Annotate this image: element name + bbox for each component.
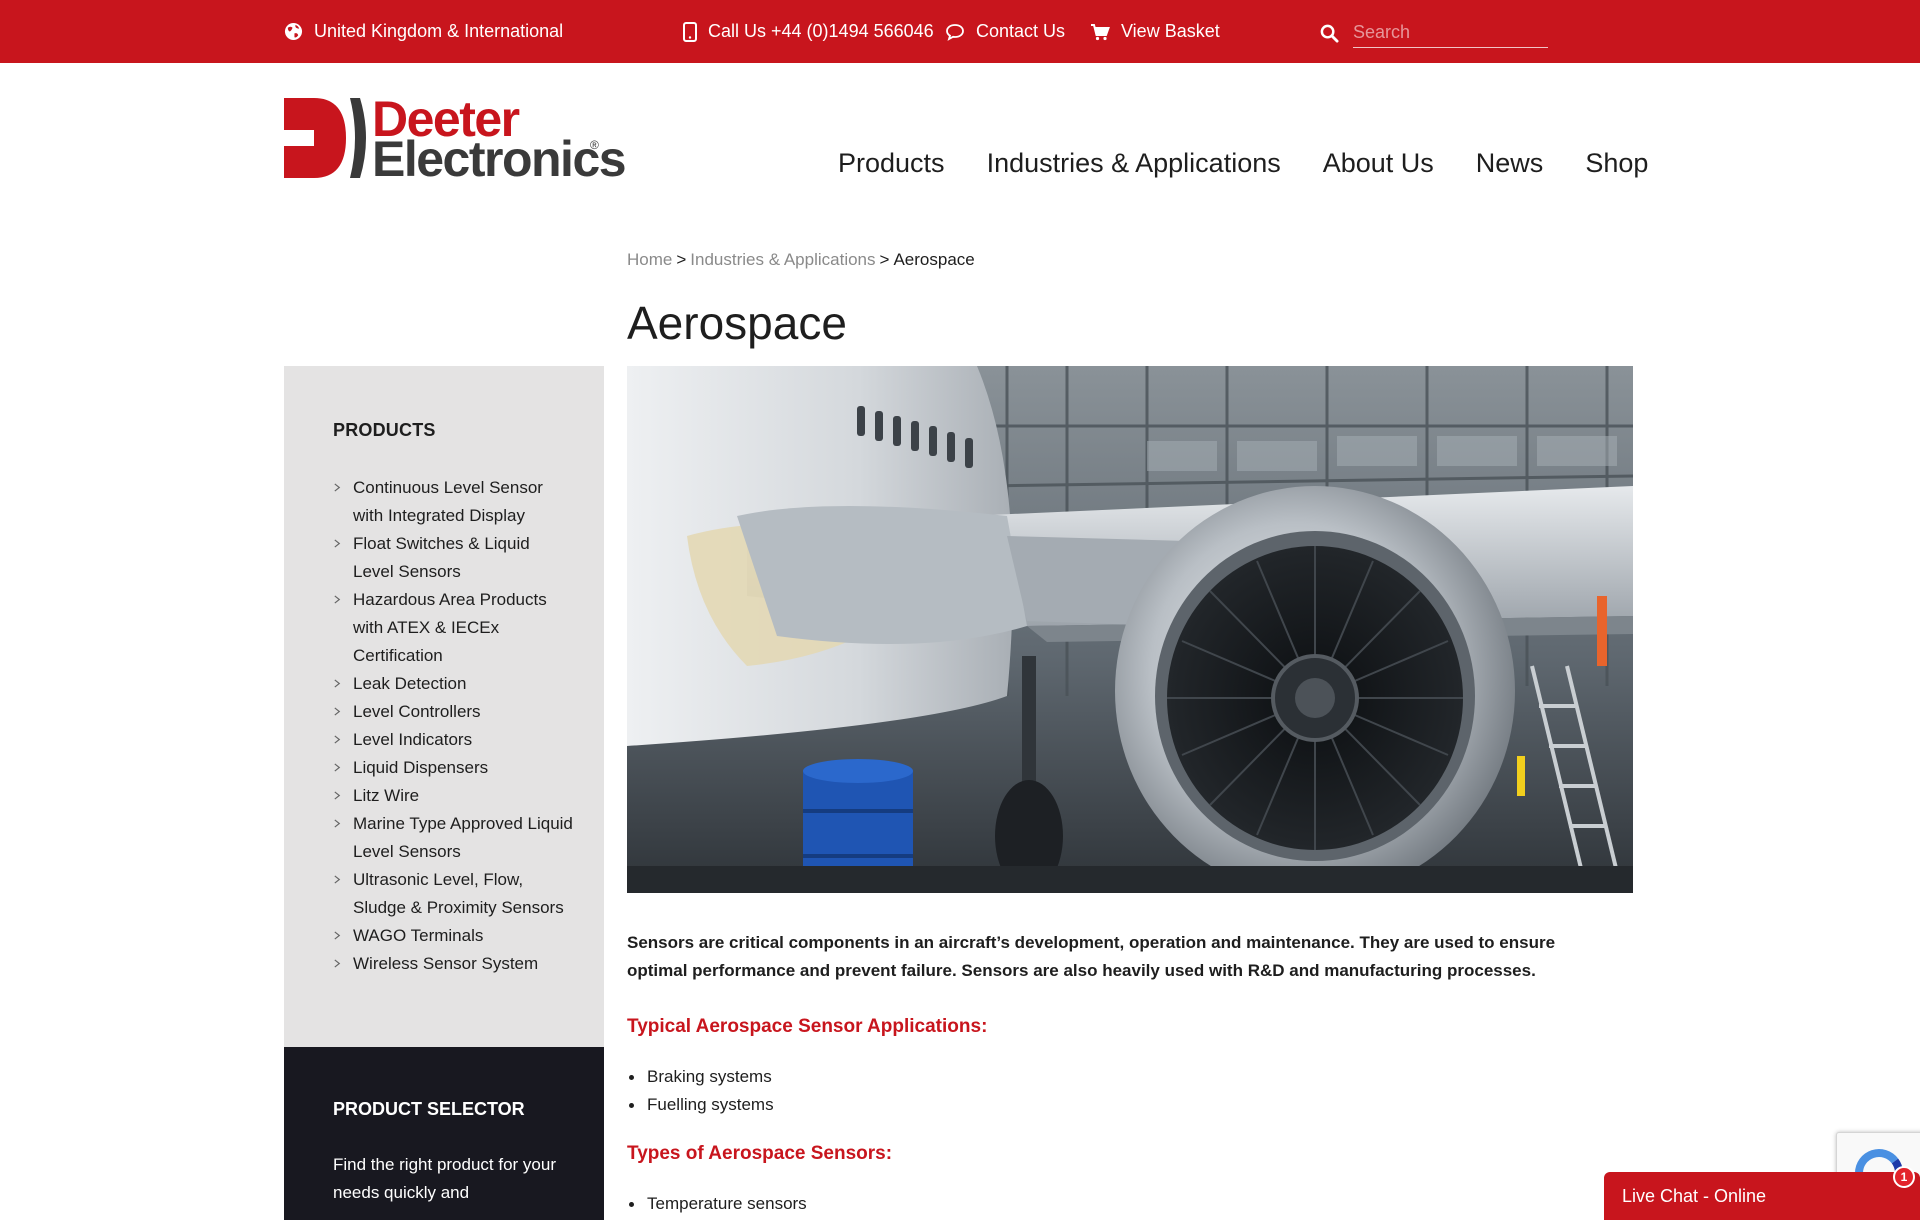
chat-notification-badge: 1	[1893, 1166, 1915, 1188]
breadcrumb-industries[interactable]: Industries & Applications	[690, 250, 875, 269]
chevron-right-icon	[334, 959, 341, 968]
sidebar-item-label[interactable]: Level Indicators	[353, 730, 472, 749]
list-item: Fuelling systems	[629, 1091, 774, 1119]
basket-label: View Basket	[1121, 21, 1220, 41]
breadcrumb-separator: >	[879, 250, 890, 269]
nav-industries-applications[interactable]: Industries & Applications	[987, 148, 1281, 179]
call-us-link[interactable]: Call Us +44 (0)1494 566046	[683, 0, 934, 63]
applications-list: Braking systems Fuelling systems	[629, 1063, 774, 1119]
nav-shop[interactable]: Shop	[1585, 148, 1648, 179]
view-basket-link[interactable]: View Basket	[1090, 0, 1220, 63]
sidebar-item-marine-type-approved[interactable]: Marine Type Approved Liquid Level Sensor…	[333, 810, 573, 866]
chevron-right-icon	[334, 763, 341, 772]
registered-mark: ®	[590, 138, 599, 152]
sidebar-item-label[interactable]: WAGO Terminals	[353, 926, 483, 945]
logo-text-electronics: Electronics	[372, 131, 627, 187]
chevron-right-icon	[334, 735, 341, 744]
mobile-phone-icon	[683, 21, 697, 42]
sidebar-item-label[interactable]: Float Switches & Liquid Level Sensors	[353, 534, 530, 581]
sidebar-heading: PRODUCTS	[333, 420, 436, 440]
breadcrumb-separator: >	[676, 250, 687, 269]
chevron-right-icon	[334, 931, 341, 940]
product-selector-heading: PRODUCT SELECTOR	[333, 1099, 525, 1119]
search-input[interactable]	[1353, 18, 1548, 48]
speech-bubble-icon	[946, 23, 964, 41]
top-bar: United Kingdom & International Call Us +…	[0, 0, 1920, 63]
sidebar-item-level-indicators[interactable]: Level Indicators	[333, 726, 573, 754]
sidebar-item-wireless-sensor-system[interactable]: Wireless Sensor System	[333, 950, 573, 978]
product-category-list: Continuous Level Sensor with Integrated …	[333, 474, 573, 978]
shopping-cart-icon	[1091, 23, 1110, 40]
sidebar-item-label[interactable]: Marine Type Approved Liquid Level Sensor…	[353, 814, 573, 861]
nav-news[interactable]: News	[1476, 148, 1544, 179]
sidebar-item-liquid-dispensers[interactable]: Liquid Dispensers	[333, 754, 573, 782]
jet-engine-illustration	[627, 366, 1633, 893]
sidebar-item-label[interactable]: Ultrasonic Level, Flow, Sludge & Proximi…	[353, 870, 564, 917]
chevron-right-icon	[334, 875, 341, 884]
chevron-right-icon	[334, 679, 341, 688]
sidebar-item-leak-detection[interactable]: Leak Detection	[333, 670, 573, 698]
breadcrumb-current: Aerospace	[893, 250, 975, 269]
list-item: Temperature sensors	[629, 1190, 807, 1218]
contact-us-link[interactable]: Contact Us	[945, 0, 1065, 63]
deeter-logo[interactable]: Deeter Electronics ®	[284, 94, 627, 184]
sidebar-item-continuous-level-sensor[interactable]: Continuous Level Sensor with Integrated …	[333, 474, 573, 530]
sidebar-item-float-switches[interactable]: Float Switches & Liquid Level Sensors	[333, 530, 573, 586]
chevron-right-icon	[334, 539, 341, 548]
contact-label: Contact Us	[976, 21, 1066, 41]
sensor-types-list: Temperature sensors	[629, 1190, 807, 1218]
intro-paragraph: Sensors are critical components in an ai…	[627, 933, 1556, 980]
sidebar-item-litz-wire[interactable]: Litz Wire	[333, 782, 573, 810]
chevron-right-icon	[334, 819, 341, 828]
chevron-right-icon	[334, 791, 341, 800]
sidebar-item-label[interactable]: Continuous Level Sensor with Integrated …	[353, 478, 543, 525]
product-selector-panel: PRODUCT SELECTOR Find the right product …	[284, 1047, 604, 1220]
main-navigation: Products Industries & Applications About…	[838, 148, 1648, 179]
sidebar-item-ultrasonic[interactable]: Ultrasonic Level, Flow, Sludge & Proximi…	[333, 866, 573, 922]
sidebar-item-label[interactable]: Liquid Dispensers	[353, 758, 488, 777]
nav-about-us[interactable]: About Us	[1323, 148, 1434, 179]
sidebar-item-wago-terminals[interactable]: WAGO Terminals	[333, 922, 573, 950]
sidebar-item-label[interactable]: Hazardous Area Products with ATEX & IECE…	[353, 590, 547, 665]
chevron-right-icon	[334, 483, 341, 492]
sidebar-item-label[interactable]: Litz Wire	[353, 786, 419, 805]
product-selector-text: Find the right product for your needs qu…	[333, 1155, 557, 1202]
sidebar-item-label[interactable]: Level Controllers	[353, 702, 481, 721]
region-label: United Kingdom & International	[314, 21, 564, 41]
search-icon[interactable]	[1320, 24, 1339, 43]
sidebar-item-level-controllers[interactable]: Level Controllers	[333, 698, 573, 726]
phone-label: Call Us +44 (0)1494 566046	[708, 21, 934, 41]
globe-icon	[284, 22, 303, 41]
breadcrumb-home[interactable]: Home	[627, 250, 672, 269]
list-item: Braking systems	[629, 1063, 774, 1091]
chevron-right-icon	[334, 707, 341, 716]
aerospace-hero-image	[627, 366, 1633, 893]
applications-heading: Typical Aerospace Sensor Applications:	[627, 1016, 988, 1037]
sidebar-item-hazardous-area[interactable]: Hazardous Area Products with ATEX & IECE…	[333, 586, 573, 670]
search-box	[1320, 18, 1548, 48]
nav-products[interactable]: Products	[838, 148, 945, 179]
region-selector[interactable]: United Kingdom & International	[284, 0, 563, 63]
sensor-types-heading: Types of Aerospace Sensors:	[627, 1143, 893, 1164]
logo-mark-icon	[284, 98, 366, 178]
products-sidebar: PRODUCTS Continuous Level Sensor with In…	[284, 366, 604, 1047]
page-title: Aerospace	[627, 297, 847, 349]
breadcrumb: Home > Industries & Applications > Aerospace	[627, 250, 975, 270]
live-chat-label: Live Chat - Online	[1622, 1185, 1767, 1206]
live-chat-button[interactable]: Live Chat - Online	[1604, 1172, 1920, 1220]
sidebar-item-label[interactable]: Leak Detection	[353, 674, 466, 693]
chevron-right-icon	[334, 595, 341, 604]
sidebar-item-label[interactable]: Wireless Sensor System	[353, 954, 538, 973]
